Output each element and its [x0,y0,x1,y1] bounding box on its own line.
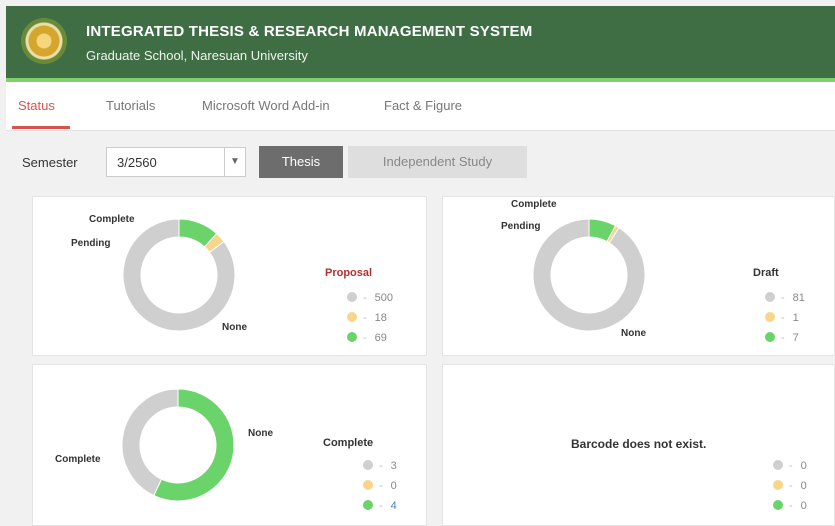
legend-dot-icon [363,480,373,490]
legend-dot-icon [773,500,783,510]
chevron-down-icon[interactable]: ▼ [224,148,245,176]
donut-label-complete: Complete [89,214,135,225]
tab-word-addin[interactable]: Microsoft Word Add-in [202,98,330,113]
barcode-message: Barcode does not exist. [571,437,707,451]
donut-label-none: None [248,428,273,439]
donut-label-none: None [621,328,646,339]
legend-dot-icon [347,332,357,342]
proposal-donut-chart [122,218,236,332]
legend-dot-icon [773,460,783,470]
semester-label: Semester [22,155,78,170]
legend-title: Proposal [325,267,373,279]
legend-dot-icon [363,460,373,470]
draft-donut-chart [532,218,646,332]
legend-row-complete: -7 [765,332,799,344]
legend-dot-icon [765,312,775,322]
tab-fact-figure[interactable]: Fact & Figure [384,98,462,113]
legend-row-complete: -0 [773,500,807,512]
legend-row-pending: -0 [363,480,397,492]
donut-label-complete: Complete [55,454,101,465]
app-title: INTEGRATED THESIS & RESEARCH MANAGEMENT … [86,23,533,40]
legend-dot-icon [765,332,775,342]
app-header: INTEGRATED THESIS & RESEARCH MANAGEMENT … [6,6,835,78]
legend-title: Draft [753,267,779,279]
semester-select[interactable]: 3/2560 ▼ [106,147,246,177]
donut-label-pending: Pending [71,238,111,249]
app-subtitle: Graduate School, Naresuan University [86,48,308,63]
donut-label-none: None [222,322,247,333]
legend-row-none: -0 [773,460,807,472]
tab-bar: Status Tutorials Microsoft Word Add-in F… [6,82,835,131]
legend-dot-icon [765,292,775,302]
legend-row-complete: -69 [347,332,387,344]
legend-row-pending: -0 [773,480,807,492]
complete-card: None Complete Complete -3 -0 -4 [32,364,427,526]
legend-dot-icon [363,500,373,510]
independent-study-button[interactable]: Independent Study [348,146,527,178]
legend-row-pending: -18 [347,312,387,324]
legend-dot-icon [347,312,357,322]
donut-label-pending: Pending [501,221,541,232]
proposal-card: Complete Pending None Proposal -500 -18 … [32,196,427,356]
thesis-button[interactable]: Thesis [259,146,343,178]
tab-tutorials[interactable]: Tutorials [106,98,155,113]
legend-dot-icon [773,480,783,490]
donut-segment-none[interactable] [532,218,646,332]
donut-segment-none[interactable] [121,388,179,497]
legend-row-none: -3 [363,460,397,472]
complete-donut-chart [121,388,235,502]
legend-row-complete: -4 [363,500,397,512]
legend-row-none: -500 [347,292,393,304]
legend-dot-icon [347,292,357,302]
tab-status[interactable]: Status [18,98,55,113]
legend-title: Complete [323,437,374,449]
legend-row-pending: -1 [765,312,799,324]
university-logo [21,18,67,64]
semester-value: 3/2560 [117,155,157,170]
donut-label-complete: Complete [511,199,557,210]
legend-row-none: -81 [765,292,805,304]
active-tab-indicator [12,126,70,129]
draft-card: Complete Pending None Draft -81 -1 -7 [442,196,835,356]
barcode-card: Barcode does not exist. -0 -0 -0 [442,364,835,526]
